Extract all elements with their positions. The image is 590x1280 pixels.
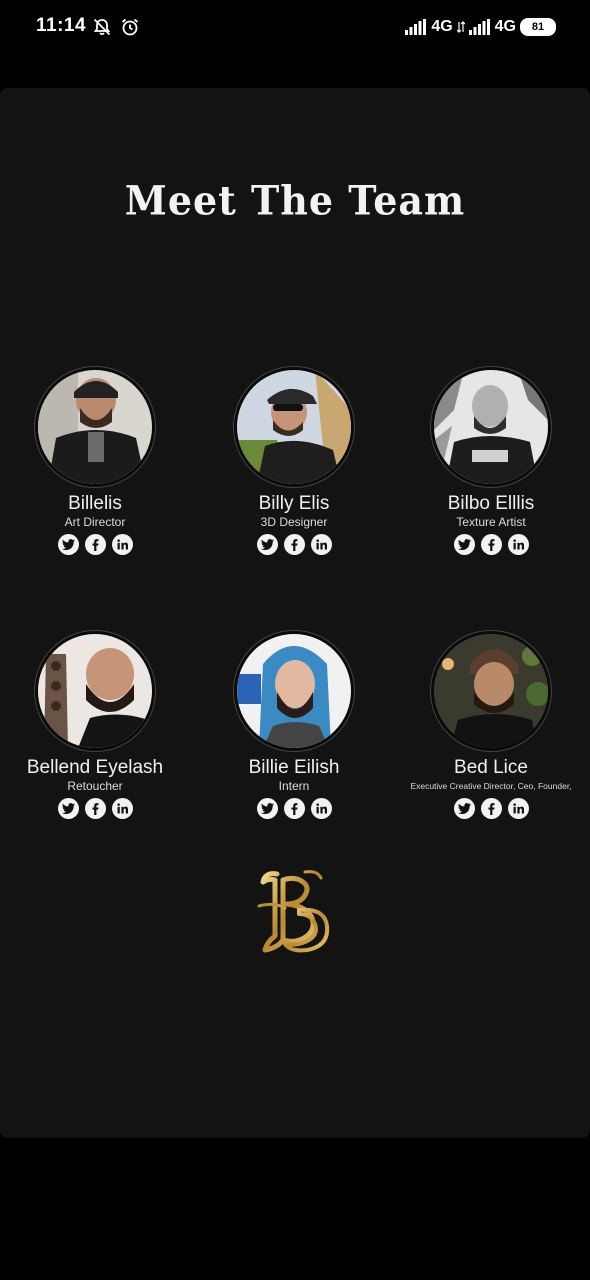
twitter-icon[interactable] (57, 534, 79, 555)
status-bar: 11:14 4G 4G 81 (0, 0, 590, 56)
portrait-image (434, 370, 548, 484)
member-name: Billelis (68, 493, 122, 514)
team-member: Billelis Art Director (0, 367, 193, 555)
facebook-icon[interactable] (283, 534, 305, 555)
app-screen: 11:14 4G 4G 81 Meet The Team Billelis Ar… (0, 0, 590, 1280)
member-role: 3D Designer (260, 515, 328, 529)
linkedin-icon[interactable] (310, 798, 332, 819)
twitter-icon[interactable] (256, 798, 278, 819)
monogram-logo (257, 870, 330, 953)
team-member: Bed Lice Executive Creative Director, Ce… (393, 631, 589, 819)
facebook-icon[interactable] (480, 798, 502, 819)
team-member: Bilbo Elllis Texture Artist (393, 367, 589, 555)
social-links (393, 798, 589, 819)
member-name: Billy Elis (258, 493, 330, 514)
data-arrows-icon (456, 21, 465, 33)
network-type-2: 4G (494, 18, 516, 35)
alarm-icon (121, 18, 139, 36)
twitter-icon[interactable] (256, 534, 278, 555)
social-links (196, 534, 392, 555)
avatar (234, 367, 354, 487)
portrait-image (237, 370, 351, 484)
member-role: Texture Artist (456, 515, 526, 529)
member-role: Art Director (64, 515, 126, 529)
member-role: Executive Creative Director, Ceo, Founde… (410, 781, 572, 791)
twitter-icon[interactable] (453, 534, 475, 555)
team-member: Billie Eilish Intern (196, 631, 392, 819)
linkedin-icon[interactable] (111, 534, 133, 555)
facebook-icon[interactable] (84, 798, 106, 819)
social-links (393, 534, 589, 555)
notifications-off-icon (93, 18, 111, 36)
linkedin-icon[interactable] (507, 798, 529, 819)
avatar (431, 631, 551, 751)
signal-icon (405, 19, 427, 35)
social-links (196, 798, 392, 819)
portrait-image (434, 634, 548, 748)
signal-icon (468, 19, 490, 35)
member-role: Retoucher (67, 779, 123, 793)
facebook-icon[interactable] (283, 798, 305, 819)
member-name: Billie Eilish (248, 757, 340, 778)
avatar (35, 367, 155, 487)
avatar (234, 631, 354, 751)
team-member: Bellend Eyelash Retoucher (0, 631, 193, 819)
facebook-icon[interactable] (84, 534, 106, 555)
linkedin-icon[interactable] (310, 534, 332, 555)
network-type-1: 4G (431, 18, 453, 35)
member-role: Intern (278, 779, 310, 793)
team-member: Billy Elis 3D Designer (196, 367, 392, 555)
team-card (0, 88, 590, 1138)
page-title: Meet The Team (124, 176, 466, 225)
member-name: Bellend Eyelash (26, 757, 164, 778)
battery-icon: 81 (520, 18, 556, 36)
portrait-image (237, 634, 351, 748)
social-links (0, 534, 193, 555)
status-indicators: 4G 4G 81 (405, 14, 556, 40)
portrait-image (38, 370, 152, 484)
twitter-icon[interactable] (57, 798, 79, 819)
avatar (431, 367, 551, 487)
twitter-icon[interactable] (453, 798, 475, 819)
avatar (35, 631, 155, 751)
linkedin-icon[interactable] (111, 798, 133, 819)
portrait-image (38, 634, 152, 748)
status-time: 11:14 (36, 15, 87, 36)
member-name: Bilbo Elllis (447, 493, 535, 514)
linkedin-icon[interactable] (507, 534, 529, 555)
battery-level: 81 (531, 21, 545, 33)
social-links (0, 798, 193, 819)
facebook-icon[interactable] (480, 534, 502, 555)
member-name: Bed Lice (454, 757, 528, 778)
